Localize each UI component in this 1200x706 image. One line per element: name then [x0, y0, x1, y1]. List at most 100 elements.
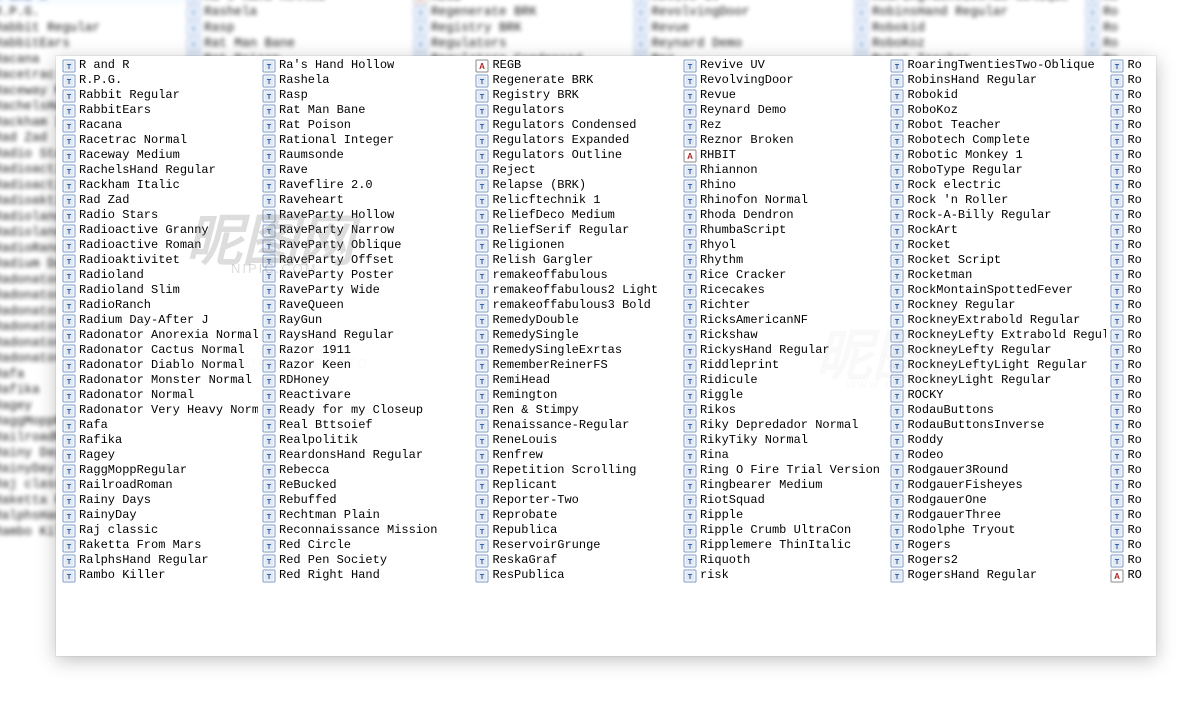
file-item[interactable]: TRave — [262, 163, 471, 178]
file-item[interactable]: TRockArt — [890, 223, 1106, 238]
file-item[interactable]: TRemington — [475, 388, 679, 403]
file-item[interactable]: TRiggle — [683, 388, 887, 403]
file-item[interactable]: TRo — [1110, 358, 1150, 373]
file-item[interactable]: TRaketta From Mars — [62, 538, 258, 553]
file-item[interactable]: TR.P.G. — [62, 73, 258, 88]
file-item[interactable]: Trisk — [683, 568, 887, 583]
file-item[interactable]: TRadioaktivitet — [62, 253, 258, 268]
file-item[interactable]: TRhumbaScript — [683, 223, 887, 238]
file-item[interactable]: TRasp — [262, 88, 471, 103]
file-item[interactable]: TRadioactive Granny — [62, 223, 258, 238]
file-item[interactable]: TRaveQueen — [262, 298, 471, 313]
file-item[interactable]: TRemedySingle — [475, 328, 679, 343]
file-item[interactable]: TRaveParty Oblique — [262, 238, 471, 253]
file-item[interactable]: TRockneyLefty Regular — [890, 343, 1106, 358]
file-item[interactable]: TRoboKoz — [890, 103, 1106, 118]
file-item[interactable]: TRelish Gargler — [475, 253, 679, 268]
file-item[interactable]: TRemedySingleExrtas — [475, 343, 679, 358]
file-item[interactable]: TRogers2 — [890, 553, 1106, 568]
file-item[interactable]: TReliefDeco Medium — [475, 208, 679, 223]
file-item[interactable]: TRo — [1110, 103, 1150, 118]
file-item[interactable]: TRingbearer Medium — [683, 478, 887, 493]
file-item[interactable]: TRevolvingDoor — [683, 73, 887, 88]
file-item[interactable]: TRice Cracker — [683, 268, 887, 283]
file-item[interactable]: TRazor 1911 — [262, 343, 471, 358]
file-item[interactable]: TRock-A-Billy Regular — [890, 208, 1106, 223]
file-item[interactable]: TRegulators Outline — [475, 148, 679, 163]
file-item[interactable]: TRodgauer3Round — [890, 463, 1106, 478]
file-item[interactable]: TRock 'n Roller — [890, 193, 1106, 208]
file-item[interactable]: TRez — [683, 118, 887, 133]
file-item[interactable]: TReardonsHand Regular — [262, 448, 471, 463]
file-item[interactable]: TRhinofon Normal — [683, 193, 887, 208]
file-item[interactable]: TRegistry BRK — [475, 88, 679, 103]
file-item[interactable]: TRidicule — [683, 373, 887, 388]
file-item[interactable]: TRadonator Diablo Normal — [62, 358, 258, 373]
file-item[interactable]: TRaggMoppRegular — [62, 463, 258, 478]
file-item[interactable]: TRo — [1110, 193, 1150, 208]
file-item[interactable]: TRadioland — [62, 268, 258, 283]
file-item[interactable]: TRo — [1110, 223, 1150, 238]
file-item[interactable]: TRo — [1110, 463, 1150, 478]
file-item[interactable]: TRockneyLefty Extrabold Regular — [890, 328, 1106, 343]
file-item[interactable]: ARHBIT — [683, 148, 887, 163]
file-item[interactable]: TRechtman Plain — [262, 508, 471, 523]
file-item[interactable]: TRodauButtons — [890, 403, 1106, 418]
file-item[interactable]: TReneLouis — [475, 433, 679, 448]
file-item[interactable]: TRo — [1110, 343, 1150, 358]
file-item[interactable]: TRalphsHand Regular — [62, 553, 258, 568]
file-item[interactable]: TRiky Depredador Normal — [683, 418, 887, 433]
file-item[interactable]: TRDHoney — [262, 373, 471, 388]
file-item[interactable]: TRo — [1110, 493, 1150, 508]
file-item[interactable]: TRina — [683, 448, 887, 463]
file-item[interactable]: TRelapse (BRK) — [475, 178, 679, 193]
file-item[interactable]: TRadioRanch — [62, 298, 258, 313]
file-item[interactable]: TRaveParty Poster — [262, 268, 471, 283]
file-item[interactable]: TRo — [1110, 178, 1150, 193]
file-item[interactable]: TRed Pen Society — [262, 553, 471, 568]
file-item[interactable]: TReznor Broken — [683, 133, 887, 148]
file-item[interactable]: TRodauButtonsInverse — [890, 418, 1106, 433]
file-item[interactable]: Tremakeoffabulous — [475, 268, 679, 283]
file-item[interactable]: TReconnaissance Mission — [262, 523, 471, 538]
file-item[interactable]: TRaveParty Offset — [262, 253, 471, 268]
file-item[interactable]: TRat Man Bane — [262, 103, 471, 118]
file-item[interactable]: TRo — [1110, 283, 1150, 298]
file-item[interactable]: TRegulators Expanded — [475, 133, 679, 148]
file-item[interactable]: TRayGun — [262, 313, 471, 328]
file-item[interactable]: Tremakeoffabulous2 Light — [475, 283, 679, 298]
file-item[interactable]: TRaysHand Regular — [262, 328, 471, 343]
file-item[interactable]: TRo — [1110, 448, 1150, 463]
file-item[interactable]: TReady for my Closeup — [262, 403, 471, 418]
file-item[interactable]: TRocket — [890, 238, 1106, 253]
file-item[interactable]: TRodgauerFisheyes — [890, 478, 1106, 493]
file-item[interactable]: TRemiHead — [475, 373, 679, 388]
file-item[interactable]: TRaveParty Hollow — [262, 208, 471, 223]
file-item[interactable]: TRat Poison — [262, 118, 471, 133]
file-item[interactable]: TRipple Crumb UltraCon — [683, 523, 887, 538]
file-item[interactable]: TRailroadRoman — [62, 478, 258, 493]
file-item[interactable]: TRadonator Monster Normal — [62, 373, 258, 388]
file-item[interactable]: TRepublica — [475, 523, 679, 538]
file-item[interactable]: TReligionen — [475, 238, 679, 253]
file-item[interactable]: TRockneyLight Regular — [890, 373, 1106, 388]
file-item[interactable]: TRevive UV — [683, 58, 887, 73]
file-item[interactable]: TRo — [1110, 508, 1150, 523]
file-item[interactable]: TRabbit Regular — [62, 88, 258, 103]
file-item[interactable]: TRadonator Anorexia Normal — [62, 328, 258, 343]
file-item[interactable]: TRo — [1110, 373, 1150, 388]
file-item[interactable]: TRememberReinerFS — [475, 358, 679, 373]
file-item[interactable]: TRadio Stars — [62, 208, 258, 223]
file-item[interactable]: TRoboType Regular — [890, 163, 1106, 178]
file-item[interactable]: TRobot Teacher — [890, 118, 1106, 133]
file-item[interactable]: TRo — [1110, 478, 1150, 493]
file-item[interactable]: TRoddy — [890, 433, 1106, 448]
file-item[interactable]: TRafika — [62, 433, 258, 448]
file-item[interactable]: TReject — [475, 163, 679, 178]
file-item[interactable]: TRocket Script — [890, 253, 1106, 268]
file-item[interactable]: TRadonator Very Heavy Normal — [62, 403, 258, 418]
file-item[interactable]: TRadonator Normal — [62, 388, 258, 403]
file-item[interactable]: TRhino — [683, 178, 887, 193]
file-item[interactable]: TRational Integer — [262, 133, 471, 148]
file-item[interactable]: AREGB — [475, 58, 679, 73]
